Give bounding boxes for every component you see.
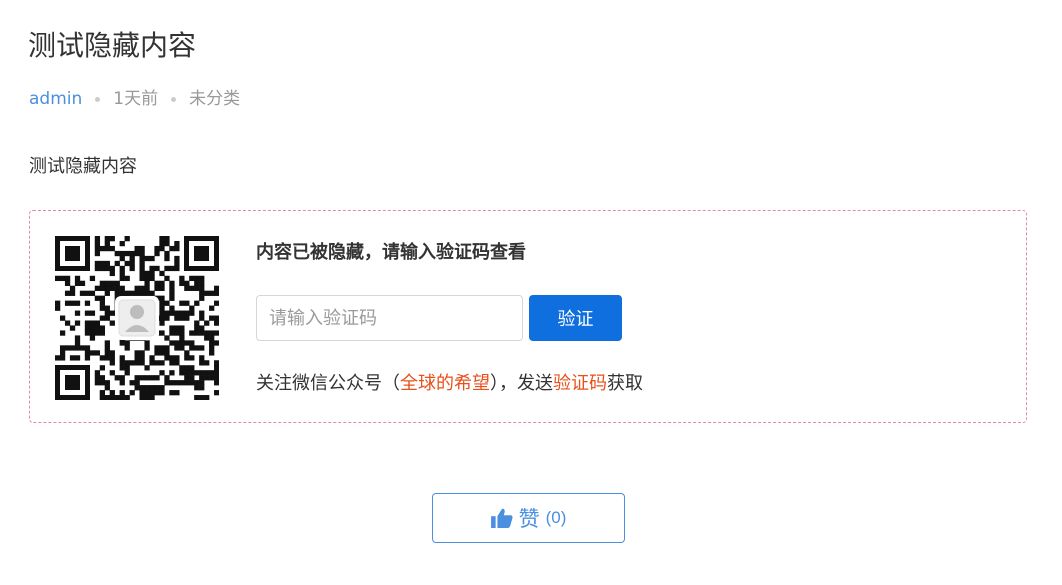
author-link[interactable]: admin xyxy=(29,88,82,110)
post-time: 1天前 xyxy=(113,89,159,109)
follow-instructions: 关注微信公众号（全球的希望），发送验证码获取 xyxy=(256,372,643,396)
like-count: (0) xyxy=(545,508,567,527)
thumbs-up-icon xyxy=(490,508,513,528)
follow-suffix: 获取 xyxy=(607,373,643,394)
separator-dot xyxy=(95,96,101,102)
post-body: 测试隐藏内容 xyxy=(29,156,137,177)
post-meta: admin 1天前 未分类 xyxy=(29,88,240,110)
hidden-content-box: 内容已被隐藏，请输入验证码查看 验证 关注微信公众号（全球的希望），发送验证码获… xyxy=(29,210,1027,423)
like-label: 赞 xyxy=(518,508,540,531)
qr-code-icon xyxy=(55,236,219,400)
verify-button[interactable]: 验证 xyxy=(529,295,622,341)
follow-prefix: 关注微信公众号（ xyxy=(256,373,400,394)
hidden-prompt: 内容已被隐藏，请输入验证码查看 xyxy=(256,242,526,263)
like-button[interactable]: 赞 (0) xyxy=(432,493,625,543)
post-title: 测试隐藏内容 xyxy=(28,29,197,62)
avatar xyxy=(115,296,159,340)
account-name: 全球的希望 xyxy=(400,373,490,394)
follow-middle: ），发送 xyxy=(490,373,553,394)
verification-code-input[interactable] xyxy=(256,295,523,341)
post-category: 未分类 xyxy=(189,89,241,109)
keyword: 验证码 xyxy=(553,373,607,394)
separator-dot xyxy=(171,96,177,102)
